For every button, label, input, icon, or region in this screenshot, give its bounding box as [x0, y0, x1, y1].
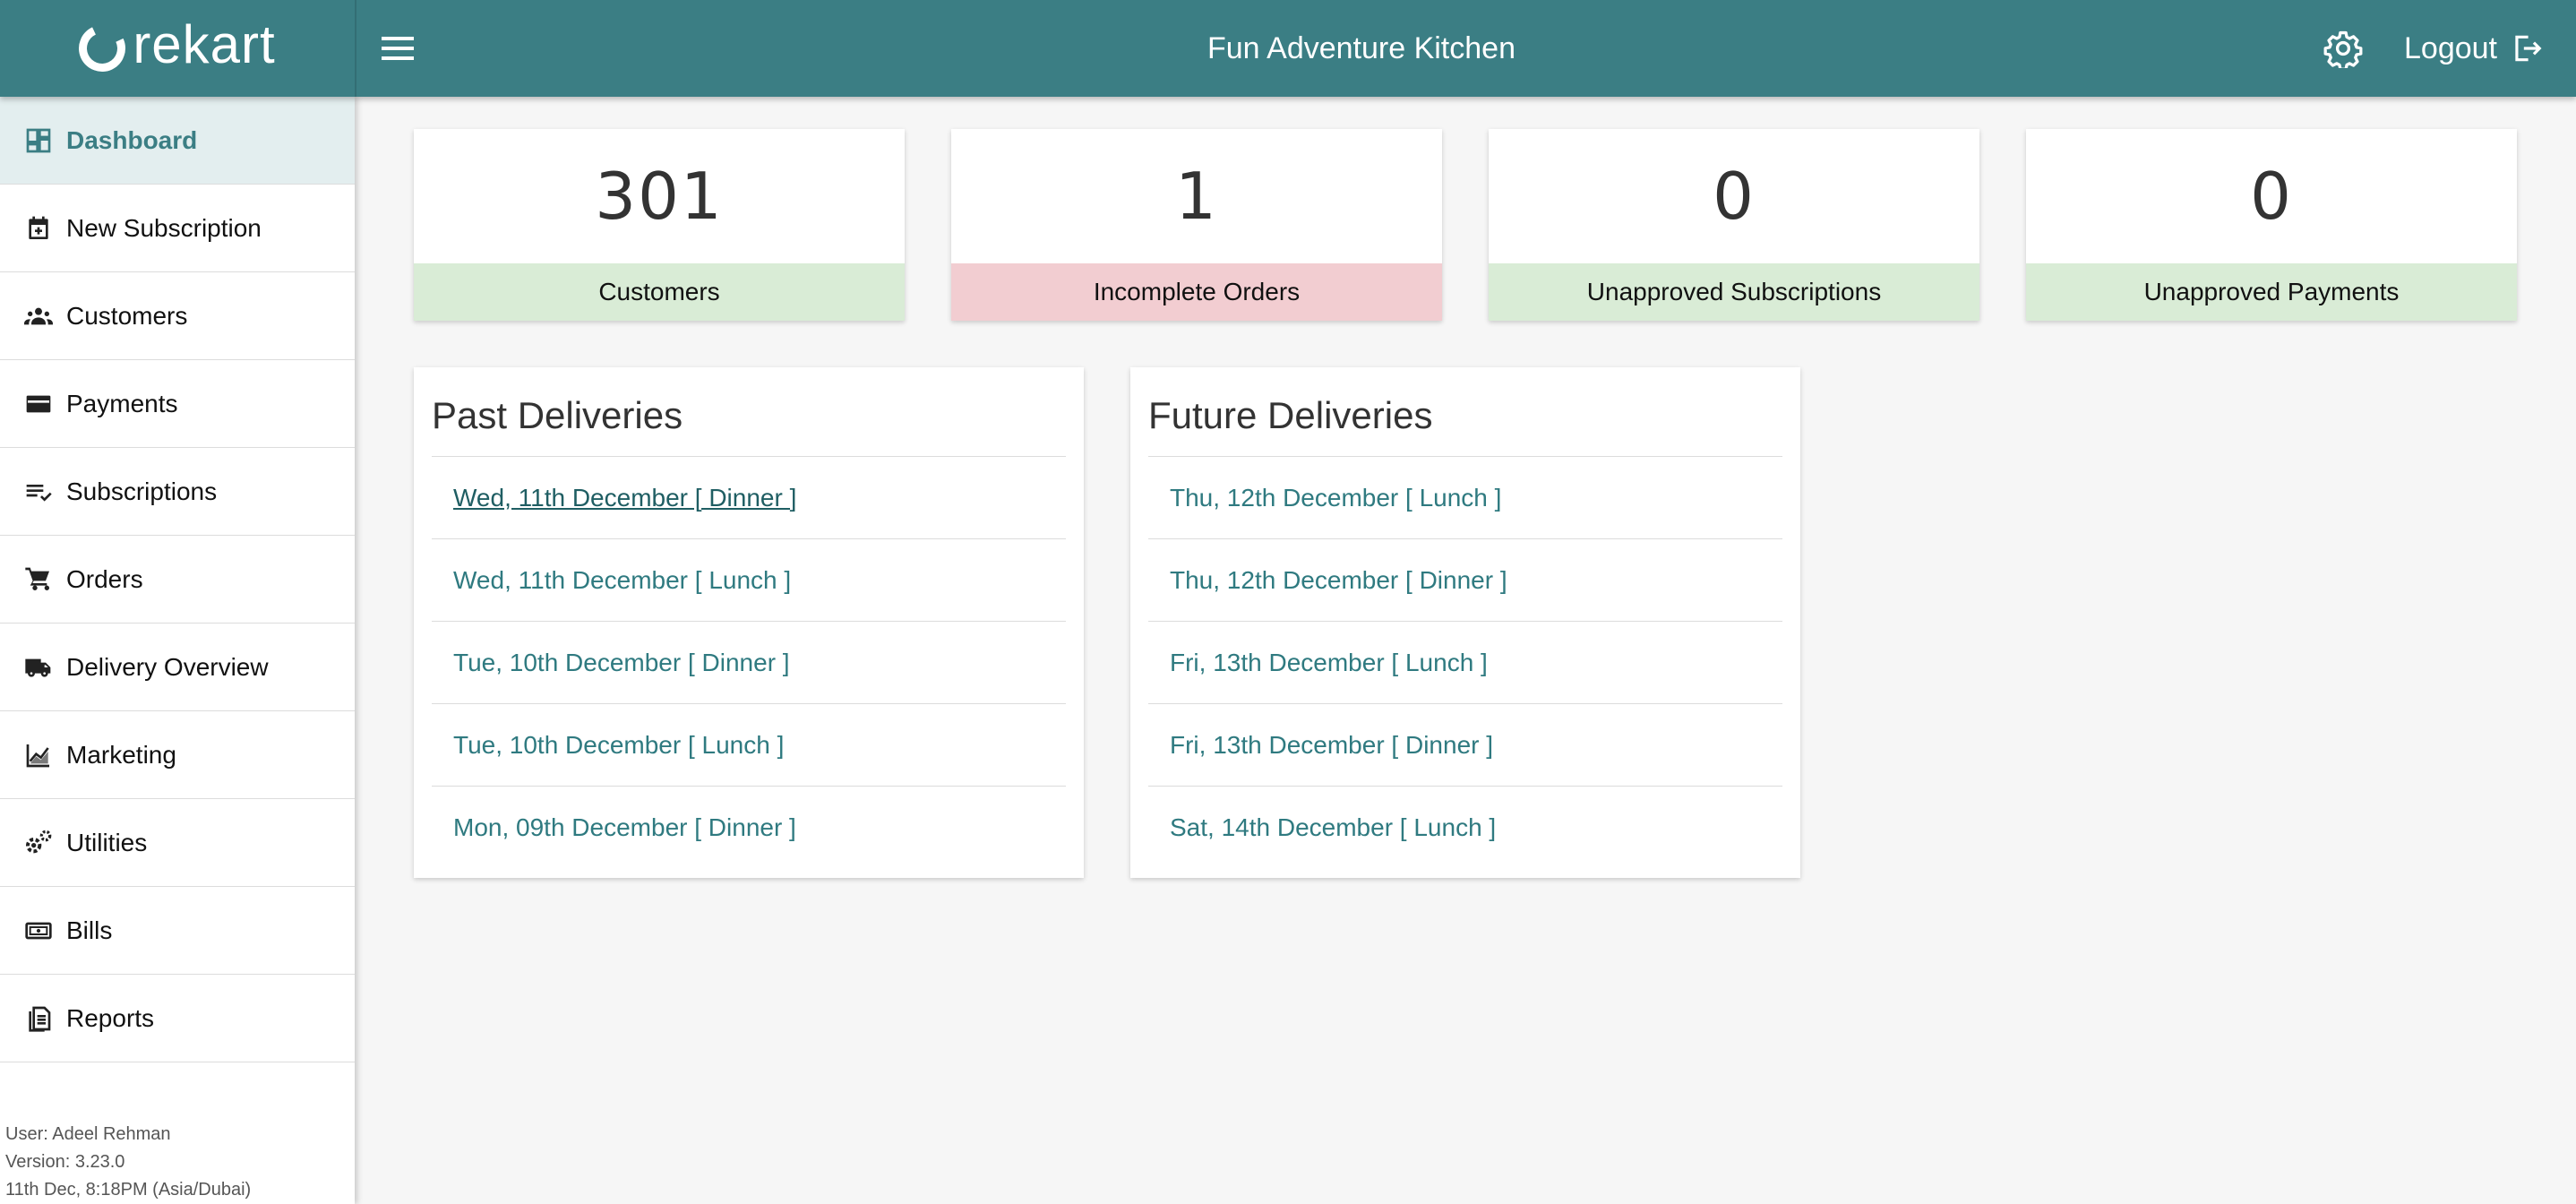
credit-card-icon: [23, 389, 54, 419]
logout-button[interactable]: Logout: [2404, 23, 2544, 73]
sidebar-item-label: Dashboard: [66, 125, 198, 154]
delivery-link[interactable]: Fri, 13th December [ Lunch ]: [1148, 622, 1782, 704]
people-icon: [23, 301, 54, 331]
sidebar-item-customers[interactable]: Customers: [0, 272, 355, 360]
gear-icon[interactable]: [2323, 29, 2363, 68]
sidebar-item-label: Orders: [66, 564, 143, 593]
sidebar-item-new-subscription[interactable]: New Subscription: [0, 185, 355, 272]
sidebar-item-label: Subscriptions: [66, 477, 218, 505]
sidebar-item-label: Customers: [66, 301, 188, 330]
rekart-logo-icon: [72, 18, 133, 79]
delivery-link[interactable]: Fri, 13th December [ Dinner ]: [1148, 704, 1782, 787]
playlist-check-icon: [23, 477, 54, 507]
stat-label: Unapproved Subscriptions: [1489, 263, 1979, 321]
sidebar-item-bills[interactable]: Bills: [0, 887, 355, 975]
sidebar: Dashboard New Subscription Customers Pay…: [0, 97, 355, 1204]
stat-value: 0: [1713, 159, 1756, 234]
sidebar-item-delivery-overview[interactable]: Delivery Overview: [0, 624, 355, 711]
delivery-link[interactable]: Wed, 11th December [ Dinner ]: [432, 457, 1066, 539]
stat-label: Incomplete Orders: [951, 263, 1442, 321]
delivery-link[interactable]: Mon, 09th December [ Dinner ]: [432, 787, 1066, 869]
sidebar-item-label: New Subscription: [66, 213, 262, 242]
delivery-link[interactable]: Tue, 10th December [ Dinner ]: [432, 622, 1066, 704]
truck-icon: [23, 652, 54, 683]
stat-card-incomplete-orders[interactable]: 1 Incomplete Orders: [951, 129, 1442, 321]
sidebar-item-payments[interactable]: Payments: [0, 360, 355, 448]
sidebar-item-reports[interactable]: Reports: [0, 975, 355, 1062]
stat-card-unapproved-subscriptions[interactable]: 0 Unapproved Subscriptions: [1489, 129, 1979, 321]
footer-user: User: Adeel Rehman: [5, 1124, 171, 1144]
gears-icon: [23, 828, 54, 858]
sidebar-footer: User: Adeel Rehman Version: 3.23.0 11th …: [5, 1121, 251, 1204]
document-icon: [23, 1003, 54, 1034]
delivery-link[interactable]: Thu, 12th December [ Dinner ]: [1148, 539, 1782, 622]
sidebar-item-dashboard[interactable]: Dashboard: [0, 97, 355, 185]
sidebar-item-marketing[interactable]: Marketing: [0, 711, 355, 799]
cart-icon: [23, 564, 54, 595]
stat-label: Unapproved Payments: [2026, 263, 2517, 321]
sidebar-item-utilities[interactable]: Utilities: [0, 799, 355, 887]
stat-value: 301: [595, 159, 724, 234]
sidebar-item-label: Bills: [66, 916, 113, 944]
top-bar: rekart Fun Adventure Kitchen Logout: [0, 0, 2576, 97]
delivery-link[interactable]: Tue, 10th December [ Lunch ]: [432, 704, 1066, 787]
past-deliveries-panel: Past Deliveries Wed, 11th December [ Din…: [414, 367, 1084, 878]
delivery-link[interactable]: Thu, 12th December [ Lunch ]: [1148, 457, 1782, 539]
calendar-add-icon: [23, 213, 54, 244]
page-title: Fun Adventure Kitchen: [1206, 30, 1516, 65]
sidebar-item-label: Utilities: [66, 828, 148, 856]
stat-label: Customers: [414, 263, 905, 321]
sidebar-item-orders[interactable]: Orders: [0, 536, 355, 624]
hamburger-menu-icon[interactable]: [376, 27, 419, 70]
brand-divider: [355, 0, 356, 97]
money-icon: [23, 916, 54, 946]
footer-datetime: 11th Dec, 8:18PM (Asia/Dubai): [5, 1180, 252, 1200]
sidebar-item-subscriptions[interactable]: Subscriptions: [0, 448, 355, 536]
sidebar-item-label: Reports: [66, 1003, 155, 1032]
future-deliveries-panel: Future Deliveries Thu, 12th December [ L…: [1130, 367, 1800, 878]
panel-title: Future Deliveries: [1148, 383, 1782, 457]
stat-card-customers[interactable]: 301 Customers: [414, 129, 905, 321]
delivery-link[interactable]: Sat, 14th December [ Lunch ]: [1148, 787, 1782, 869]
stat-card-unapproved-payments[interactable]: 0 Unapproved Payments: [2026, 129, 2517, 321]
chart-icon: [23, 740, 54, 770]
stat-value: 1: [1175, 159, 1218, 234]
footer-version: Version: 3.23.0: [5, 1152, 125, 1172]
logout-label: Logout: [2404, 30, 2497, 65]
dashboard-icon: [23, 125, 54, 156]
sidebar-item-label: Payments: [66, 389, 178, 417]
logout-icon: [2515, 35, 2542, 62]
delivery-link[interactable]: Wed, 11th December [ Lunch ]: [432, 539, 1066, 622]
sidebar-item-label: Marketing: [66, 740, 176, 769]
sidebar-item-label: Delivery Overview: [66, 652, 269, 681]
brand-logo[interactable]: rekart: [0, 0, 355, 97]
stat-value: 0: [2250, 159, 2293, 234]
panel-title: Past Deliveries: [432, 383, 1066, 457]
brand-name: rekart: [133, 14, 276, 74]
